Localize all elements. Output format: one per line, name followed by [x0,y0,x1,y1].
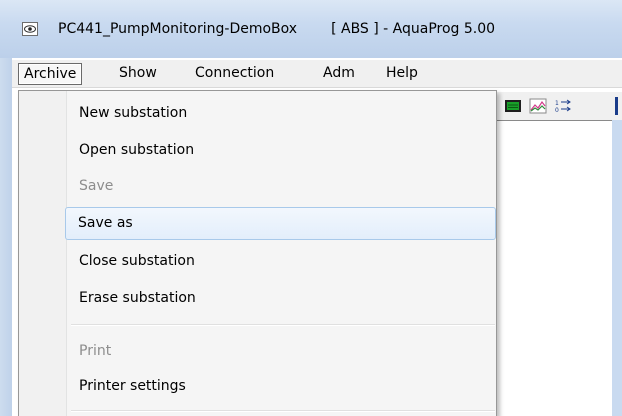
menu-item-printer-settings[interactable]: Printer settings [67,368,495,404]
chart-icon[interactable] [528,97,548,115]
archive-dropdown-menu: New substation Open substation Save Save… [18,90,497,416]
client-area [497,120,612,416]
menu-separator [71,324,495,326]
title-bar[interactable]: PC441_PumpMonitoring-DemoBox [ ABS ] - Aq… [0,0,622,58]
window-left-border [0,58,12,416]
menu-show[interactable]: Show [114,63,162,85]
menu-item-new-substation[interactable]: New substation [67,95,495,131]
menu-item-save: Save [79,178,114,194]
menu-help[interactable]: Help [381,63,423,85]
eye-icon [22,22,38,36]
window-title-right: [ ABS ] - AquaProg 5.00 [331,21,496,37]
toolbar: 1 0 [497,92,622,120]
sort-icon[interactable]: 1 0 [553,97,573,115]
toolbar-overflow[interactable] [615,97,618,115]
window-title-left: PC441_PumpMonitoring-DemoBox [58,21,298,37]
menu-item-close-substation[interactable]: Close substation [67,243,495,279]
menu-adm[interactable]: Adm [318,63,360,85]
menu-icon-gutter [19,91,67,416]
menu-archive[interactable]: Archive [18,63,83,85]
menu-separator [71,410,495,412]
window-title: PC441_PumpMonitoring-DemoBox [ ABS ] - Aq… [58,21,495,37]
menu-connection[interactable]: Connection [190,63,279,85]
window-right-border [612,120,622,416]
menu-item-save-as[interactable]: Save as [65,207,496,240]
menu-item-erase-substation[interactable]: Erase substation [67,280,495,316]
display-icon[interactable] [503,97,523,115]
menu-item-open-substation[interactable]: Open substation [67,132,495,168]
menu-bar: Archive Show Connection Adm Help [12,60,622,88]
svg-text:0: 0 [555,107,559,114]
menu-item-print: Print [79,343,112,359]
svg-text:1: 1 [555,100,559,107]
